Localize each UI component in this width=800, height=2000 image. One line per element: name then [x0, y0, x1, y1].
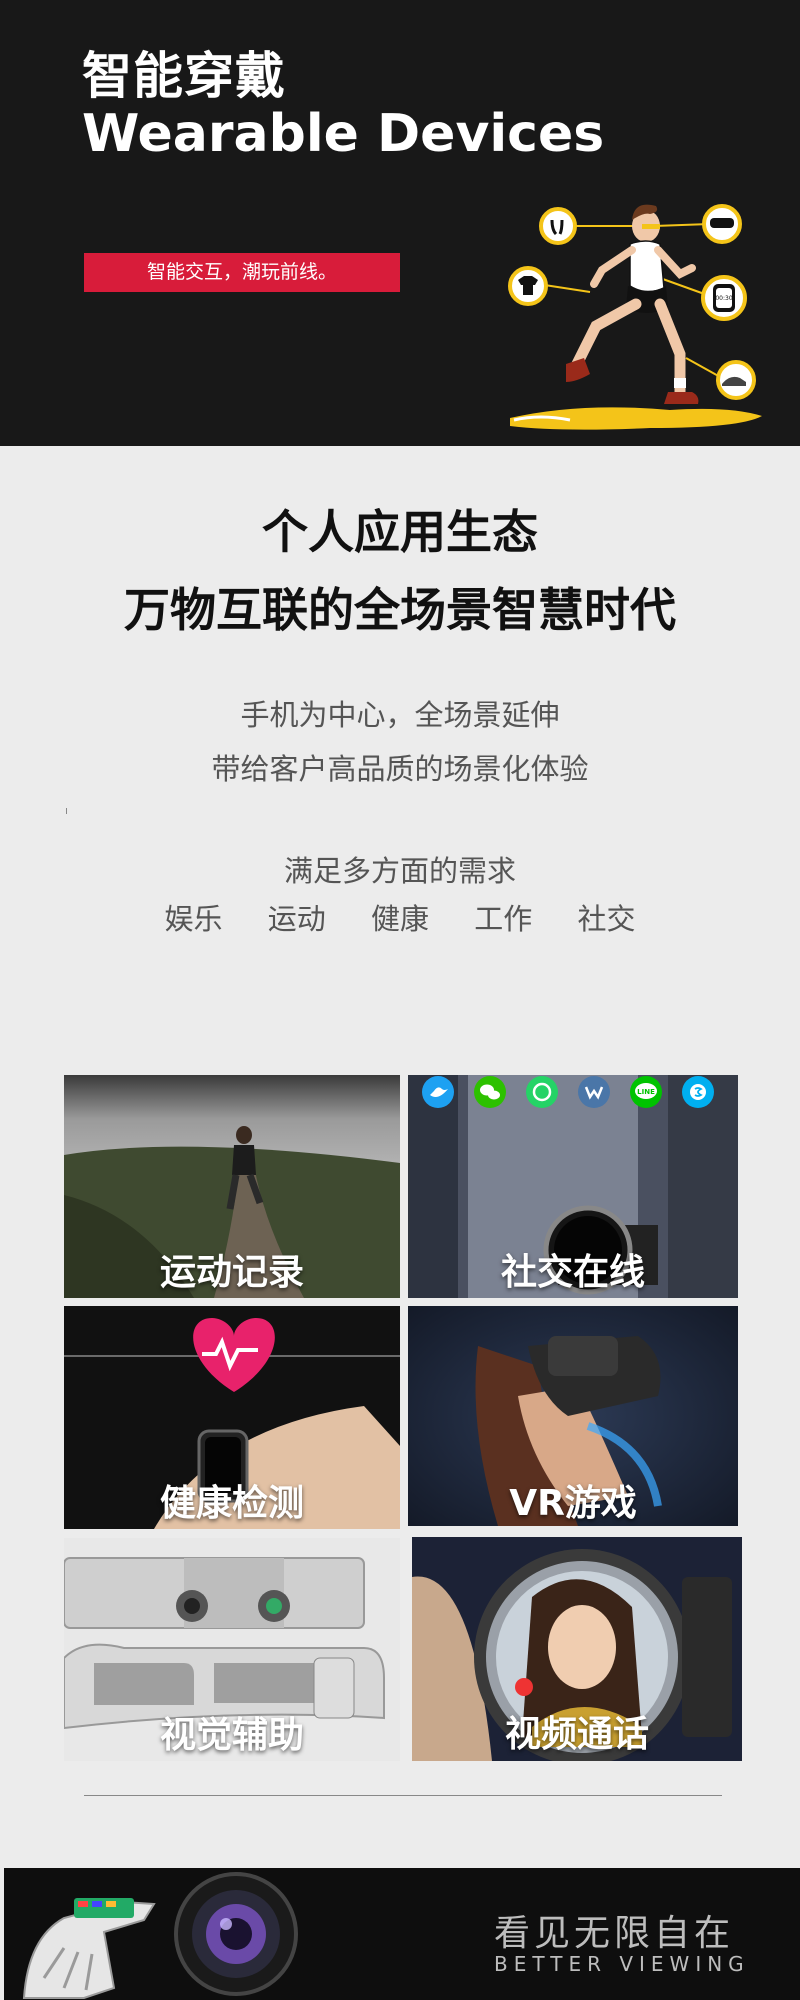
- card-label: 健康检测: [159, 1483, 304, 1524]
- skype-icon: [682, 1076, 714, 1108]
- tag-health: 健康: [370, 902, 429, 936]
- decorative-tick: [66, 808, 67, 814]
- card-video-call: 视频通话: [412, 1537, 742, 1761]
- tag-social: 社交: [577, 902, 636, 936]
- runner-figure: [566, 204, 699, 404]
- card-social-online: LINE 社交在线: [408, 1075, 738, 1298]
- card-label: 视频通话: [504, 1714, 649, 1755]
- runner-illustration: 00:30: [508, 204, 762, 430]
- svg-text:LINE: LINE: [637, 1088, 655, 1096]
- footer-title-cn: 看见无限自在: [494, 1913, 735, 1954]
- camera-lens-icon: [174, 1872, 298, 1996]
- card-sports-record: 运动记录: [64, 1075, 400, 1298]
- demand-tags: 娱乐 运动 健康 工作 社交: [0, 896, 800, 938]
- hero-tagline: 智能交互，潮玩前线。: [84, 253, 400, 292]
- ecosystem-line-2: 带给客户高品质的场景化体验: [211, 752, 589, 786]
- line-icon: LINE: [630, 1076, 662, 1108]
- card-label: VR游戏: [509, 1483, 637, 1524]
- card-label: 视觉辅助: [159, 1715, 304, 1756]
- smartwatch-icon: 00:30: [701, 275, 747, 321]
- social-icons-row: LINE: [422, 1076, 714, 1108]
- earbuds-icon: [539, 207, 577, 245]
- section-divider: [84, 1795, 722, 1796]
- footer-illustration: [22, 1872, 298, 1999]
- vk-icon: [578, 1076, 610, 1108]
- whatsapp-icon: [526, 1076, 558, 1108]
- card-vr-gaming: VR游戏: [408, 1306, 738, 1526]
- hero-title-cn: 智能穿戴: [82, 47, 286, 105]
- svg-text:00:30: 00:30: [715, 295, 732, 302]
- ecosystem-line-3: 满足多方面的需求: [283, 854, 516, 888]
- shoe-icon: [716, 360, 756, 400]
- tag-sports: 运动: [267, 902, 326, 936]
- tshirt-icon: [508, 266, 548, 306]
- ecosystem-subheading: 万物互联的全场景智慧时代: [124, 583, 676, 637]
- hero-banner: 智能穿戴 Wearable Devices 智能交互，潮玩前线。 00:30: [0, 0, 800, 446]
- robot-hand-icon: [22, 1898, 156, 1999]
- card-label: 社交在线: [500, 1252, 645, 1293]
- twitter-icon: [422, 1076, 454, 1108]
- card-visual-assist: 视觉辅助: [64, 1538, 400, 1761]
- card-label: 运动记录: [159, 1252, 304, 1293]
- ecosystem-heading: 个人应用生态: [262, 505, 538, 559]
- card-health-monitor: 健康检测: [64, 1306, 400, 1529]
- hero-title-en: Wearable Devices: [82, 104, 605, 164]
- vr-glasses-icon: [702, 204, 742, 244]
- ecosystem-line-1: 手机为中心，全场景延伸: [240, 698, 560, 732]
- footer-title-en: BETTER VIEWING: [494, 1952, 750, 1976]
- footer-banner: 看见无限自在 BETTER VIEWING: [4, 1868, 800, 2000]
- tag-entertainment: 娱乐: [164, 902, 223, 936]
- wechat-icon: [474, 1076, 506, 1108]
- tag-work: 工作: [474, 902, 533, 936]
